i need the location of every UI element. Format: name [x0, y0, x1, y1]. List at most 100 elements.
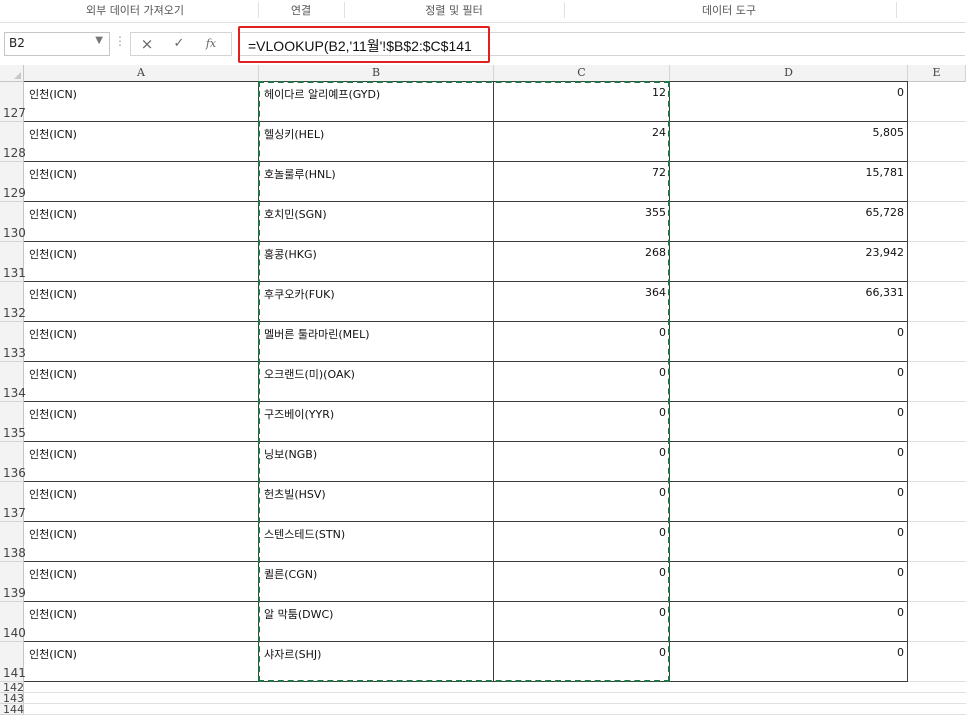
cell-d[interactable]: 15,781 — [670, 162, 908, 202]
cell-d[interactable]: 0 — [670, 482, 908, 522]
gridline — [908, 201, 966, 202]
cell-d[interactable]: 0 — [670, 402, 908, 442]
cell-e[interactable] — [908, 362, 966, 402]
cell-value: 인천(ICN) — [29, 288, 77, 301]
cell-a[interactable]: 인천(ICN) — [24, 642, 259, 682]
row-header[interactable]: 140 — [0, 602, 26, 642]
row-header[interactable]: 138 — [0, 522, 26, 562]
row-header[interactable]: 144 — [0, 703, 24, 716]
gridline — [908, 321, 966, 322]
row-header[interactable]: 137 — [0, 482, 26, 522]
table-border-line — [907, 82, 908, 682]
cell-e[interactable] — [908, 482, 966, 522]
cell-value: 0 — [897, 446, 904, 459]
insert-function-icon[interactable]: fx — [199, 34, 223, 54]
cell-e[interactable] — [908, 202, 966, 242]
row-header[interactable]: 130 — [0, 202, 26, 242]
cell-d[interactable]: 23,942 — [670, 242, 908, 282]
cell-value: 인천(ICN) — [29, 128, 77, 141]
row-header[interactable]: 139 — [0, 562, 26, 602]
cell-a[interactable]: 인천(ICN) — [24, 362, 259, 402]
cell-value: 인천(ICN) — [29, 88, 77, 101]
cell-d[interactable]: 66,331 — [670, 282, 908, 322]
row-header[interactable]: 133 — [0, 322, 26, 362]
enter-icon[interactable]: ✓ — [167, 34, 191, 54]
select-all-triangle-icon — [14, 72, 21, 79]
cell-e[interactable] — [908, 242, 966, 282]
row-header[interactable]: 132 — [0, 282, 26, 322]
cell-e[interactable] — [908, 282, 966, 322]
cell-value: 0 — [897, 486, 904, 499]
cell-a[interactable]: 인천(ICN) — [24, 522, 259, 562]
row-header[interactable]: 136 — [0, 442, 26, 482]
cancel-icon[interactable]: × — [135, 34, 159, 54]
ribbon-group-connections[interactable]: 연결 — [258, 3, 344, 19]
cell-value: 65,728 — [865, 206, 905, 219]
ribbon-separator — [896, 2, 897, 18]
select-all-button[interactable] — [0, 65, 24, 82]
row-number: 139 — [3, 586, 26, 600]
cell-a[interactable]: 인천(ICN) — [24, 322, 259, 362]
cell-a[interactable]: 인천(ICN) — [24, 202, 259, 242]
gridline — [908, 481, 966, 482]
column-header-c[interactable]: C — [494, 65, 670, 82]
cell-a[interactable]: 인천(ICN) — [24, 442, 259, 482]
cell-a[interactable]: 인천(ICN) — [24, 562, 259, 602]
resize-handle-icon[interactable]: ⋮ — [114, 34, 126, 48]
cell-value: 인천(ICN) — [29, 328, 77, 341]
row-header[interactable]: 129 — [0, 162, 26, 202]
column-header-b[interactable]: B — [259, 65, 494, 82]
gridline — [908, 601, 966, 602]
row-header[interactable]: 141 — [0, 642, 26, 682]
ribbon-group-sort-filter[interactable]: 정렬 및 필터 — [344, 3, 564, 19]
cell-a[interactable]: 인천(ICN) — [24, 402, 259, 442]
cell-e[interactable] — [908, 642, 966, 682]
cell-d[interactable]: 0 — [670, 322, 908, 362]
cell-value: 인천(ICN) — [29, 448, 77, 461]
column-header-e[interactable]: E — [908, 65, 966, 82]
cell-a[interactable]: 인천(ICN) — [24, 602, 259, 642]
column-header-a[interactable]: A — [24, 65, 259, 82]
column-header-d[interactable]: D — [670, 65, 908, 82]
row-header[interactable]: 131 — [0, 242, 26, 282]
cell-value: 0 — [897, 86, 904, 99]
cell-d[interactable]: 0 — [670, 442, 908, 482]
cell-a[interactable]: 인천(ICN) — [24, 482, 259, 522]
cell-a[interactable]: 인천(ICN) — [24, 282, 259, 322]
row-number: 138 — [3, 546, 26, 560]
cell-e[interactable] — [908, 402, 966, 442]
cell-e[interactable] — [908, 522, 966, 562]
row-header[interactable]: 134 — [0, 362, 26, 402]
cell-e[interactable] — [908, 162, 966, 202]
cell-a[interactable]: 인천(ICN) — [24, 162, 259, 202]
cell-d[interactable]: 0 — [670, 522, 908, 562]
chevron-down-icon[interactable]: ▼ — [95, 35, 103, 46]
cell-d[interactable]: 0 — [670, 362, 908, 402]
cell-d[interactable]: 0 — [670, 642, 908, 682]
cell-a[interactable]: 인천(ICN) — [24, 82, 259, 122]
cell-e[interactable] — [908, 602, 966, 642]
cell-d[interactable]: 65,728 — [670, 202, 908, 242]
cell-e[interactable] — [908, 562, 966, 602]
ribbon-group-get-external-data[interactable]: 외부 데이터 가져오기 — [50, 3, 220, 19]
cell-d[interactable]: 0 — [670, 82, 908, 122]
cell-e[interactable] — [908, 322, 966, 362]
cell-e[interactable] — [908, 442, 966, 482]
row-header[interactable]: 127 — [0, 82, 26, 122]
cell-a[interactable]: 인천(ICN) — [24, 122, 259, 162]
name-box[interactable]: B2 ▼ — [4, 32, 110, 56]
cell-d[interactable]: 5,805 — [670, 122, 908, 162]
cell-value: 0 — [897, 566, 904, 579]
cell-value: 인천(ICN) — [29, 488, 77, 501]
cell-e[interactable] — [908, 122, 966, 162]
gridline — [24, 703, 966, 704]
ribbon-group-data-tools[interactable]: 데이터 도구 — [564, 3, 894, 19]
gridline — [24, 692, 966, 693]
cell-e[interactable] — [908, 82, 966, 122]
row-header[interactable]: 135 — [0, 402, 26, 442]
row-number: 140 — [3, 626, 26, 640]
row-header[interactable]: 128 — [0, 122, 26, 162]
cell-d[interactable]: 0 — [670, 602, 908, 642]
cell-a[interactable]: 인천(ICN) — [24, 242, 259, 282]
cell-d[interactable]: 0 — [670, 562, 908, 602]
